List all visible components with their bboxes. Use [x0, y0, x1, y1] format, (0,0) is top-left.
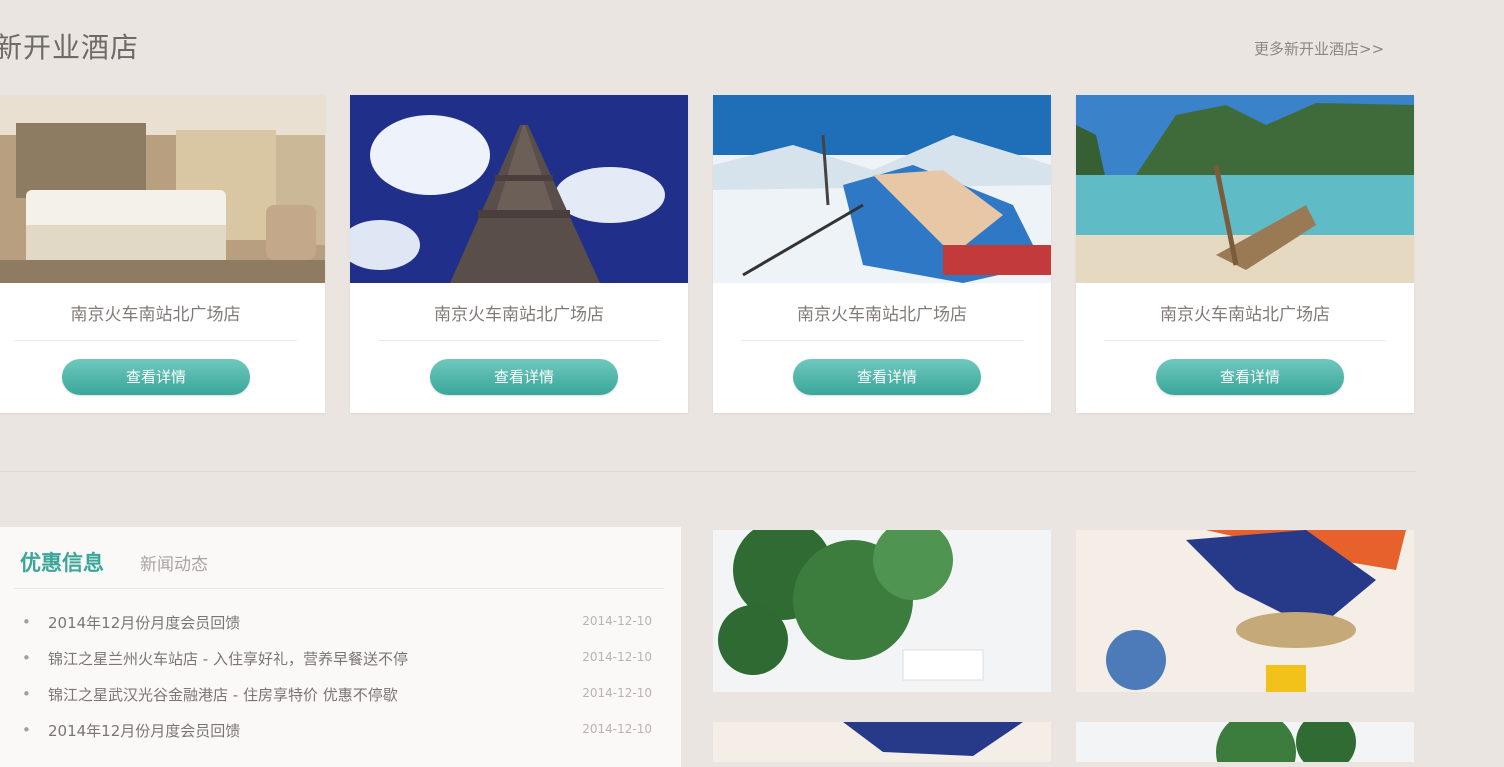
news-title[interactable]: 锦江之星武汉光谷金融港店 - 住房享特价 优惠不停歇 [48, 684, 398, 705]
more-hotels-link[interactable]: 更多新开业酒店>> [1254, 38, 1384, 59]
tab-promotions[interactable]: 优惠信息 [20, 547, 104, 577]
skier-snow-image[interactable] [713, 95, 1051, 283]
news-panel: 优惠信息 新闻动态 • 2014年12月份月度会员回馈 2014-12-10 •… [0, 527, 681, 767]
tabs-divider [14, 588, 664, 589]
promo-plant-image[interactable] [713, 530, 1051, 692]
hotel-card: 南京火车南站北广场店 查看详情 [1076, 95, 1414, 413]
promo-art-image[interactable] [1076, 530, 1414, 692]
news-date: 2014-12-10 [582, 650, 652, 664]
news-title[interactable]: 锦江之星兰州火车站店 - 入住享好礼，营养早餐送不停 [48, 648, 408, 669]
hotel-room-image[interactable] [0, 95, 325, 283]
promo-plant-image-2[interactable] [1076, 722, 1414, 762]
news-list-item[interactable]: • 锦江之星兰州火车站店 - 入住享好礼，营养早餐送不停 2014-12-10 [22, 648, 662, 672]
news-date: 2014-12-10 [582, 614, 652, 628]
news-date: 2014-12-10 [582, 722, 652, 736]
news-list-item[interactable]: • 2014年12月份月度会员回馈 2014-12-10 [22, 612, 662, 636]
view-details-button[interactable]: 查看详情 [430, 359, 618, 395]
section-title: 新开业酒店 [0, 31, 140, 64]
hotel-name: 南京火车南站北广场店 [1160, 305, 1330, 325]
view-details-button[interactable]: 查看详情 [793, 359, 981, 395]
bullet-icon: • [22, 685, 31, 703]
promo-art-image-2[interactable] [713, 722, 1051, 762]
card-divider [378, 340, 660, 341]
hotel-card: 南京火车南站北广场店 查看详情 [0, 95, 325, 413]
hotel-name: 南京火车南站北广场店 [434, 305, 604, 325]
news-date: 2014-12-10 [582, 686, 652, 700]
tropical-beach-boat-image[interactable] [1076, 95, 1414, 283]
news-list-item[interactable]: • 2014年12月份月度会员回馈 2014-12-10 [22, 720, 662, 744]
card-divider [14, 340, 297, 341]
bullet-icon: • [22, 649, 31, 667]
bullet-icon: • [22, 721, 31, 739]
card-divider [1104, 340, 1386, 341]
card-divider [741, 340, 1023, 341]
view-details-button[interactable]: 查看详情 [62, 359, 250, 395]
news-list-item[interactable]: • 锦江之星武汉光谷金融港店 - 住房享特价 优惠不停歇 2014-12-10 [22, 684, 662, 708]
view-details-button[interactable]: 查看详情 [1156, 359, 1344, 395]
section-divider [0, 471, 1416, 472]
hotel-name: 南京火车南站北广场店 [70, 305, 241, 325]
hotel-card: 南京火车南站北广场店 查看详情 [713, 95, 1051, 413]
tab-news[interactable]: 新闻动态 [140, 550, 208, 575]
news-title[interactable]: 2014年12月份月度会员回馈 [48, 612, 240, 633]
hotel-name: 南京火车南站北广场店 [797, 305, 967, 325]
eiffel-tower-image[interactable] [350, 95, 688, 283]
bullet-icon: • [22, 613, 31, 631]
news-title[interactable]: 2014年12月份月度会员回馈 [48, 720, 240, 741]
hotel-card: 南京火车南站北广场店 查看详情 [350, 95, 688, 413]
